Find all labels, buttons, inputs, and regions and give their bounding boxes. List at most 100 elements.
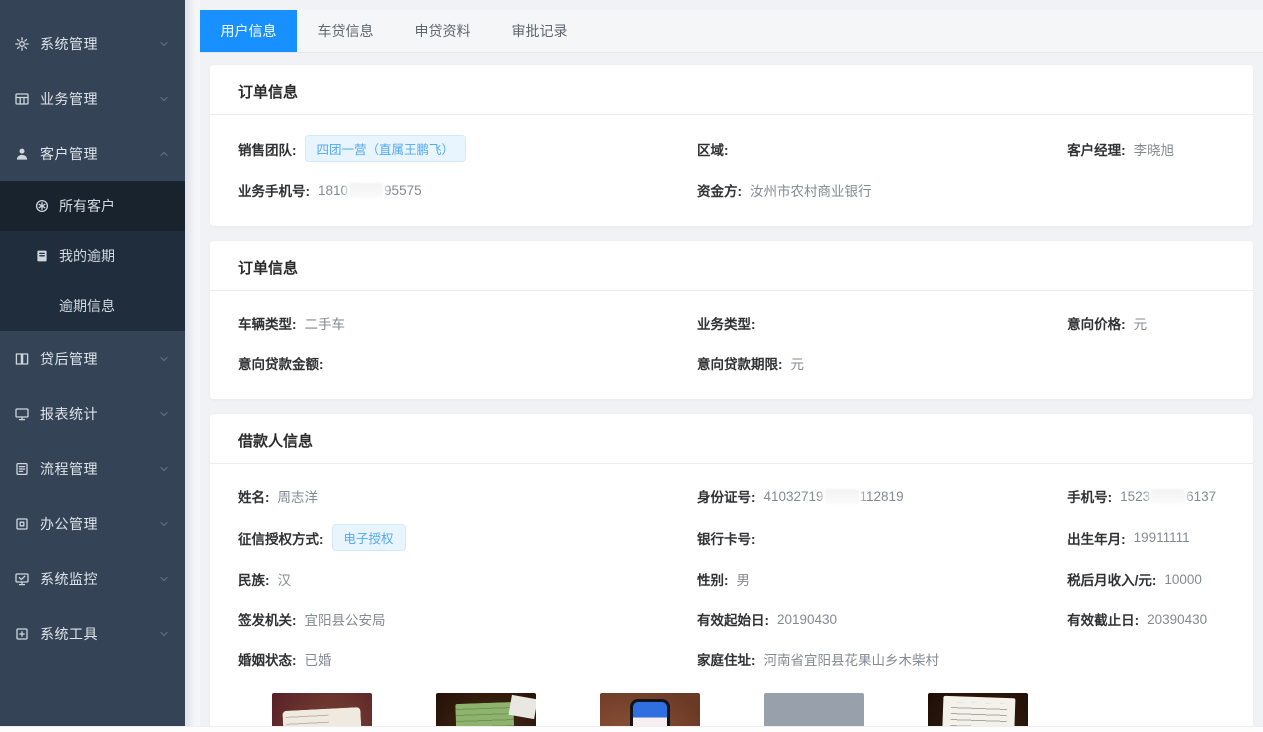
field-row: 车辆类型:二手车业务类型:意向价格:元 — [238, 303, 1225, 343]
field-value: 已婚 — [305, 649, 332, 669]
field-row: 销售团队:四团一营（直属王鹏飞）区域: 客户经理:李晓旭 — [238, 127, 1225, 170]
chevron-down-icon — [157, 352, 171, 366]
field-value-suffix: 95575 — [384, 183, 422, 198]
redaction-blur — [1151, 489, 1185, 504]
sidebar-item-all-customers[interactable]: 所有客户 — [0, 181, 185, 231]
field: 客户经理:李晓旭 — [1067, 137, 1225, 161]
field-label: 婚姻状态: — [238, 649, 297, 669]
field-label: 车辆类型: — [238, 313, 297, 333]
field-value: 宜阳县公安局 — [305, 609, 386, 629]
field: 征信授权方式:电子授权 — [238, 524, 697, 551]
field-value: 20390430 — [1147, 612, 1207, 627]
box-plus-icon — [14, 626, 30, 642]
field: 签发机关: 宜阳县公安局 — [238, 607, 697, 631]
tab-approval-records[interactable]: 审批记录 — [491, 10, 588, 52]
sidebar-item-label: 逾期信息 — [59, 296, 115, 316]
field-label: 签发机关: — [238, 609, 297, 629]
field-tag[interactable]: 四团一营（直属王鹏飞） — [305, 135, 467, 162]
field-value: 李晓旭 — [1134, 139, 1175, 159]
field-label: 意向贷款期限: — [697, 353, 783, 373]
card-title: 订单信息 — [210, 241, 1253, 291]
field: 银行卡号: — [697, 526, 1067, 550]
info-card: 借款人信息姓名:周志洋身份证号:41032719112819手机号:152361… — [210, 414, 1253, 732]
sidebar-item-report-statistics[interactable]: 报表统计 — [0, 386, 185, 441]
field-label: 性别: — [697, 569, 729, 589]
field-label: 出生年月: — [1067, 528, 1126, 548]
field: 意向贷款金额: — [238, 351, 697, 375]
horizontal-scrollbar[interactable] — [0, 726, 1263, 732]
sidebar-item-label: 贷后管理 — [40, 349, 157, 369]
field-row: 姓名:周志洋身份证号:41032719112819手机号:15236137 — [238, 476, 1225, 516]
content-area: 订单信息销售团队:四团一营（直属王鹏飞）区域:客户经理:李晓旭业务手机号:181… — [200, 53, 1263, 732]
field-row: 婚姻状态:已婚家庭住址:河南省宜阳县花果山乡木柴村 — [238, 639, 1225, 679]
card-title: 借款人信息 — [210, 414, 1253, 464]
field-value: 周志洋 — [278, 486, 319, 506]
field: 销售团队:四团一营（直属王鹏飞） — [238, 135, 697, 162]
sidebar-item-label: 系统工具 — [40, 624, 157, 644]
card-title: 订单信息 — [210, 65, 1253, 115]
tab-user-info[interactable]: 用户信息 — [200, 10, 297, 52]
field: 婚姻状态: 已婚 — [238, 647, 697, 671]
monitor-icon — [14, 406, 30, 422]
chevron-down-icon — [157, 517, 171, 531]
main-area: 用户信息车贷信息申贷资料审批记录 订单信息销售团队:四团一营（直属王鹏飞）区域:… — [200, 0, 1263, 732]
field-value: 河南省宜阳县花果山乡木柴村 — [763, 649, 939, 669]
sidebar-item-my-overdue[interactable]: 我的逾期 — [0, 231, 185, 281]
field-tag[interactable]: 电子授权 — [332, 524, 406, 551]
tab-loan-application-materials[interactable]: 申贷资料 — [394, 10, 491, 52]
sidebar-item-process-management[interactable]: 流程管理 — [0, 441, 185, 496]
sidebar-item-customer-management[interactable]: 客户管理 — [0, 126, 185, 181]
field: 税后月收入/元:10000 — [1067, 567, 1225, 591]
field-label: 业务手机号: — [238, 180, 310, 200]
field: 资金方:汝州市农村商业银行 — [697, 178, 1067, 202]
field: 意向贷款期限: 元 — [697, 351, 1067, 375]
sidebar: 系统管理业务管理客户管理所有客户我的逾期逾期信息贷后管理报表统计流程管理办公管理… — [0, 0, 185, 732]
sidebar-item-overdue-info[interactable]: 逾期信息 — [0, 281, 185, 331]
card-body: 车辆类型:二手车业务类型:意向价格:元意向贷款金额:意向贷款期限: 元 — [210, 291, 1253, 399]
field-label: 区域: — [697, 139, 729, 159]
asterisk-circle-icon — [34, 198, 50, 214]
field-value: 元 — [790, 353, 804, 373]
chevron-down-icon — [157, 92, 171, 106]
field: 有效起始日:20190430 — [697, 607, 1067, 631]
field-label: 银行卡号: — [697, 528, 756, 548]
redaction-blur — [825, 489, 859, 504]
app-root: 系统管理业务管理客户管理所有客户我的逾期逾期信息贷后管理报表统计流程管理办公管理… — [0, 0, 1263, 732]
field-value: 19911111 — [1134, 530, 1190, 545]
sidebar-item-label: 系统监控 — [40, 569, 157, 589]
columns-icon — [14, 351, 30, 367]
grid-icon — [14, 91, 30, 107]
clipboard-icon — [14, 461, 30, 477]
card-body: 销售团队:四团一营（直属王鹏飞）区域:客户经理:李晓旭业务手机号:1810955… — [210, 115, 1253, 226]
field-row: 签发机关:宜阳县公安局有效起始日:20190430有效截止日:20390430 — [238, 599, 1225, 639]
sidebar-item-business-management[interactable]: 业务管理 — [0, 71, 185, 126]
field: 身份证号:41032719112819 — [697, 484, 1067, 508]
field: 手机号:15236137 — [1067, 484, 1225, 508]
sidebar-item-post-loan-management[interactable]: 贷后管理 — [0, 331, 185, 386]
notebook-icon — [34, 248, 50, 264]
field-label: 手机号: — [1067, 486, 1112, 506]
field-value: 汝州市农村商业银行 — [750, 180, 872, 200]
sidebar-item-label: 客户管理 — [40, 144, 157, 164]
sidebar-item-label: 所有客户 — [59, 196, 115, 216]
field-value-suffix: 112819 — [860, 489, 904, 504]
sidebar-item-system-monitoring[interactable]: 系统监控 — [0, 551, 185, 606]
info-card: 订单信息车辆类型:二手车业务类型:意向价格:元意向贷款金额:意向贷款期限: 元 — [210, 241, 1253, 399]
field: 区域: — [697, 137, 1067, 161]
chevron-down-icon — [157, 37, 171, 51]
field: 车辆类型:二手车 — [238, 311, 697, 335]
sidebar-item-label: 办公管理 — [40, 514, 157, 534]
field-label: 有效起始日: — [697, 609, 769, 629]
sidebar-item-system-management[interactable]: 系统管理 — [0, 16, 185, 71]
field-label: 身份证号: — [697, 486, 756, 506]
sidebar-item-office-management[interactable]: 办公管理 — [0, 496, 185, 551]
field-label: 意向价格: — [1067, 313, 1126, 333]
field-value-prefix: 1523 — [1120, 489, 1150, 504]
field-row: 业务手机号:181095575资金方:汝州市农村商业银行 — [238, 170, 1225, 210]
field-value: 男 — [736, 569, 750, 589]
field: 性别: 男 — [697, 567, 1067, 591]
tab-car-loan-info[interactable]: 车贷信息 — [297, 10, 394, 52]
info-card: 订单信息销售团队:四团一营（直属王鹏飞）区域:客户经理:李晓旭业务手机号:181… — [210, 65, 1253, 226]
field-row: 民族:汉性别:男税后月收入/元:10000 — [238, 559, 1225, 599]
sidebar-item-system-tools[interactable]: 系统工具 — [0, 606, 185, 661]
